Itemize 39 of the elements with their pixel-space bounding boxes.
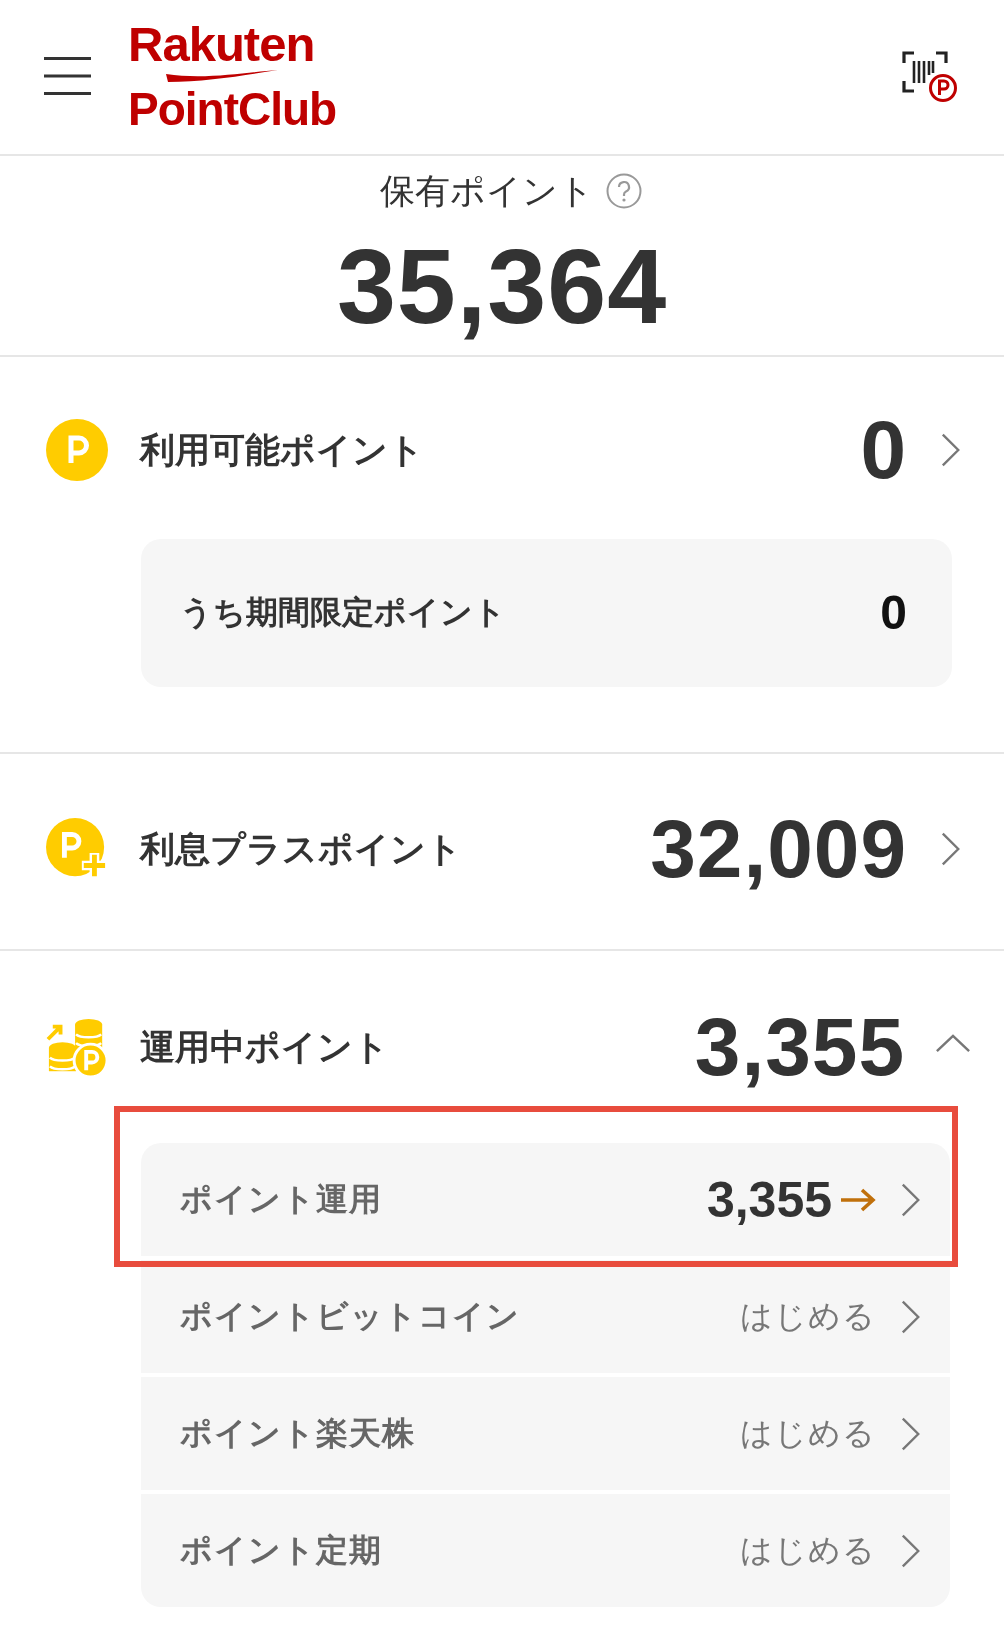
chevron-right-icon[interactable] [901, 1532, 921, 1569]
logo-text: Rakuten [128, 20, 315, 69]
investment-row[interactable]: ポイント運用 3,355 [141, 1143, 950, 1256]
point-coin-icon [46, 419, 108, 481]
chevron-right-icon[interactable] [941, 831, 961, 867]
limited-points-value: 0 [880, 589, 907, 637]
section-label: 利用可能ポイント [140, 430, 424, 470]
help-icon[interactable] [606, 173, 642, 210]
investment-label: ポイントビットコイン [180, 1296, 520, 1336]
section-label: 運用中ポイント [140, 1027, 389, 1067]
chevron-right-icon[interactable] [901, 1415, 921, 1452]
points-value: 0 [860, 409, 907, 491]
arrow-right-icon [840, 1187, 876, 1212]
investment-label: ポイント運用 [180, 1179, 382, 1219]
logo-text: PointClub [128, 86, 337, 132]
section-label: 利息プラスポイント [140, 829, 462, 869]
investment-label: ポイント定期 [180, 1530, 382, 1570]
total-points-value: 35,364 [336, 232, 668, 339]
total-points-label: 保有ポイント [380, 172, 594, 211]
investment-label: ポイント楽天株 [180, 1413, 415, 1453]
swoosh-icon [166, 70, 278, 82]
limited-points-label: うち期間限定ポイント [180, 593, 506, 632]
start-link[interactable]: はじめる [740, 1411, 876, 1456]
investment-amount: 3,355 [706, 1174, 832, 1225]
chevron-up-icon[interactable] [935, 1033, 971, 1053]
investment-row[interactable]: ポイント定期 はじめる [141, 1494, 950, 1607]
points-value: 32,009 [650, 808, 907, 890]
start-link[interactable]: はじめる [740, 1528, 876, 1573]
coin-stack-growth-icon [46, 1016, 108, 1078]
chevron-right-icon[interactable] [941, 432, 961, 468]
barcode-scan-icon[interactable] [902, 51, 958, 103]
points-value: 3,355 [694, 1006, 905, 1088]
menu-icon[interactable] [44, 57, 91, 95]
chevron-right-icon[interactable] [901, 1298, 921, 1335]
chevron-right-icon[interactable] [901, 1181, 921, 1218]
point-plus-coin-icon [46, 818, 108, 880]
start-link[interactable]: はじめる [740, 1294, 876, 1339]
investment-row[interactable]: ポイント楽天株 はじめる [141, 1377, 950, 1490]
investment-row[interactable]: ポイントビットコイン はじめる [141, 1260, 950, 1373]
